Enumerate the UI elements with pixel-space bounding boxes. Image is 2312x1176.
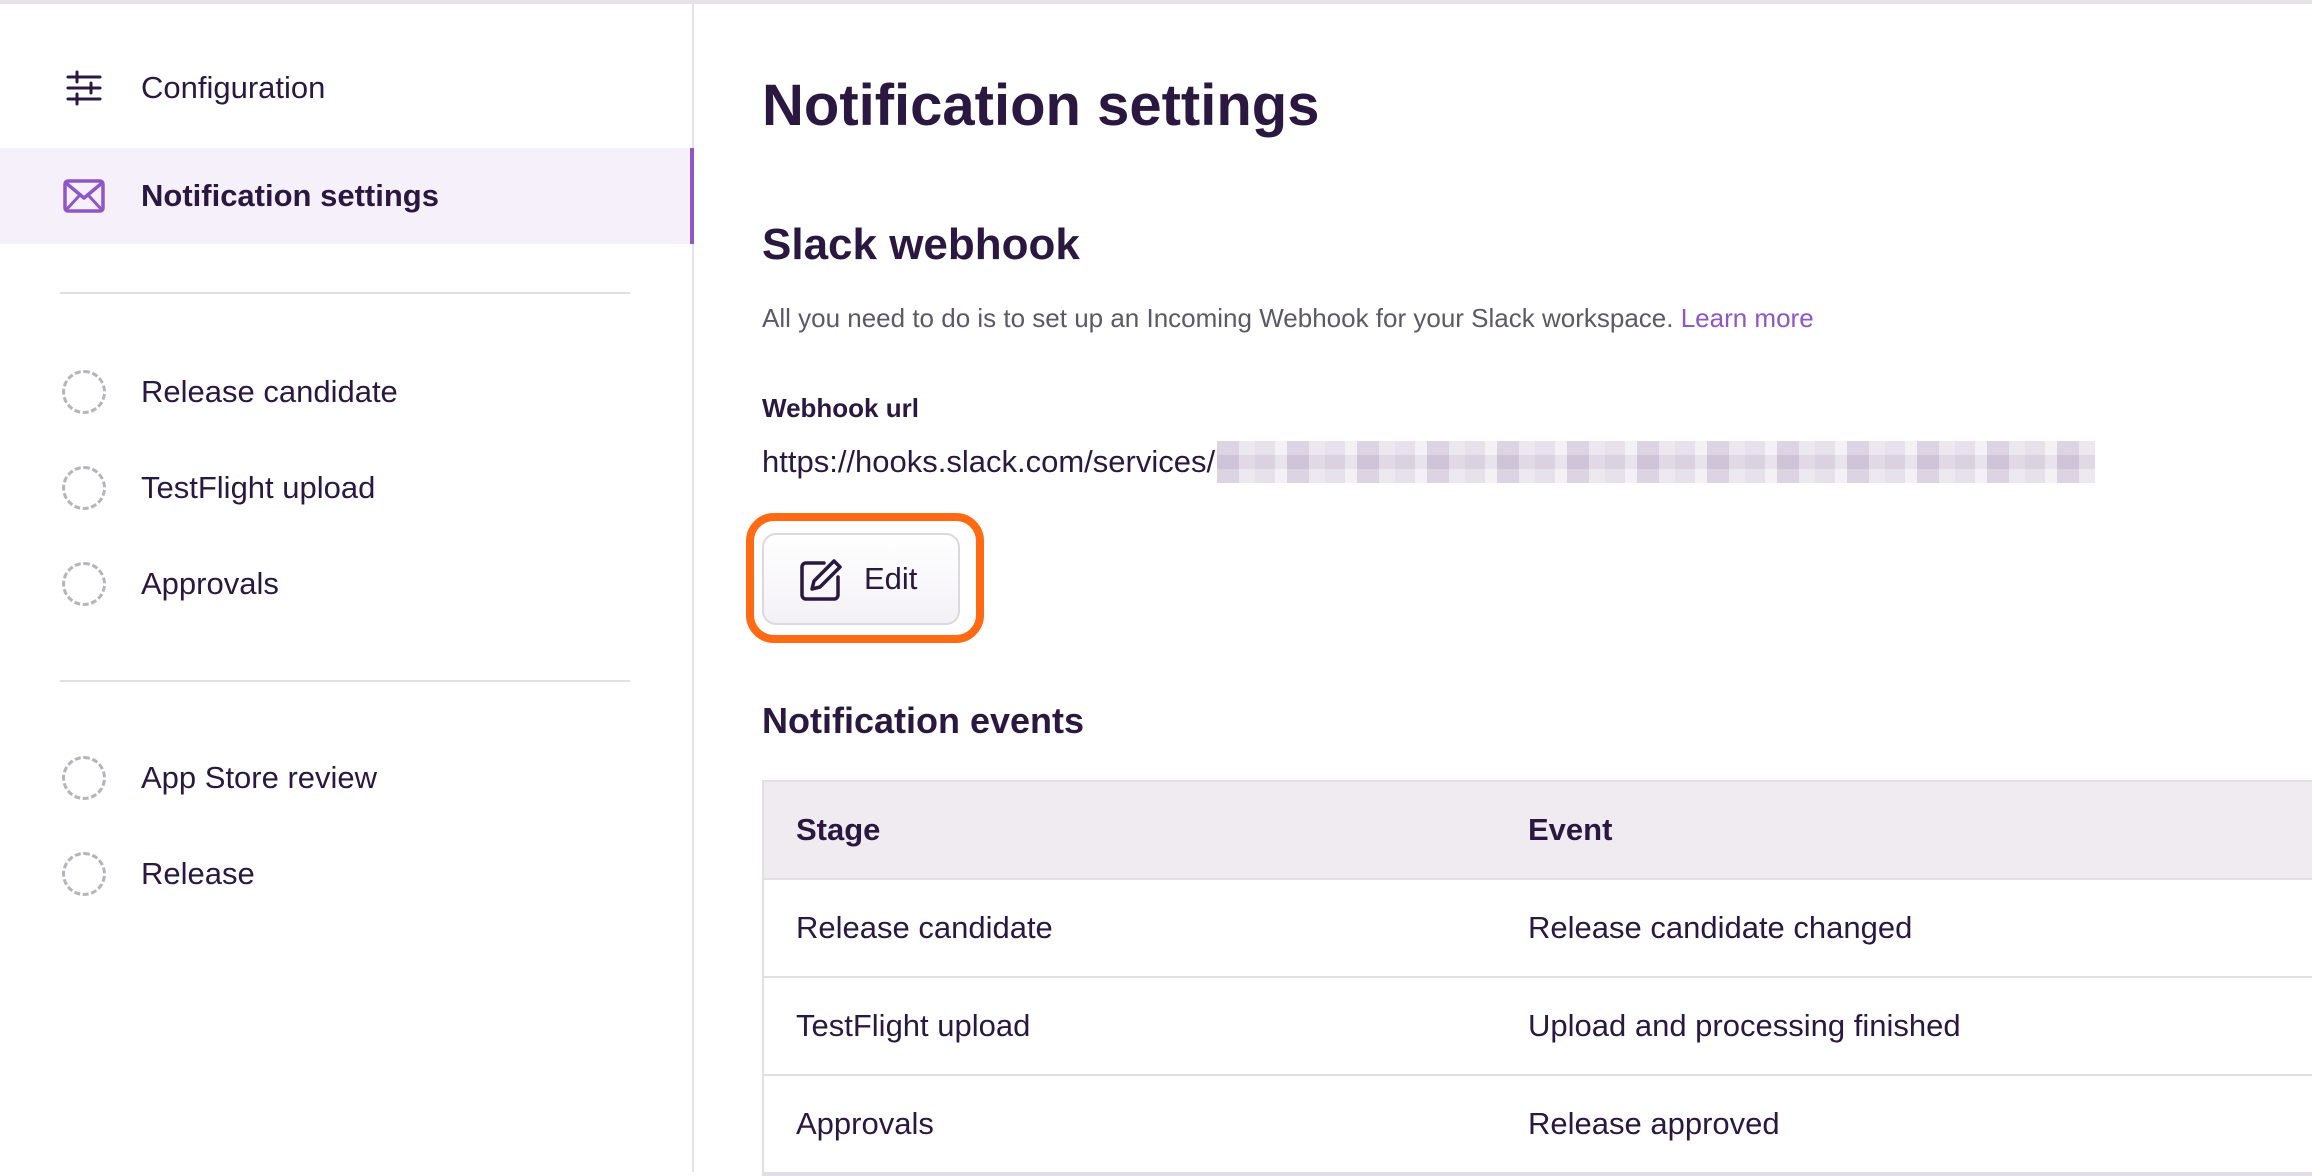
edit-button-label: Edit [864, 561, 918, 596]
event-cell: Release candidate changed [1528, 910, 1913, 945]
sliders-icon [60, 64, 108, 112]
event-cell: Upload and processing finished [1528, 1008, 1961, 1043]
dashed-circle-icon [60, 850, 108, 898]
webhook-url-label: Webhook url [762, 393, 919, 423]
sidebar-item-app-store-review[interactable]: App Store review [0, 730, 694, 826]
webhook-url-value: https://hooks.slack.com/services/ [762, 441, 2096, 483]
sidebar: Configuration Notification settings Rele… [0, 4, 694, 1172]
sidebar-item-release[interactable]: Release [0, 826, 694, 922]
envelope-icon [60, 172, 108, 220]
slack-webhook-heading: Slack webhook [762, 220, 1080, 269]
sidebar-item-label: Approvals [141, 566, 279, 601]
table-row: TestFlight upload Upload and processing … [764, 978, 2312, 1076]
page-title: Notification settings [762, 73, 1320, 138]
learn-more-link[interactable]: Learn more [1681, 303, 1814, 333]
description-text: All you need to do is to set up an Incom… [762, 303, 1674, 333]
sidebar-item-configuration[interactable]: Configuration [0, 40, 694, 136]
dashed-circle-icon [60, 754, 108, 802]
sidebar-item-notification-settings[interactable]: Notification settings [0, 148, 694, 244]
slack-webhook-description: All you need to do is to set up an Incom… [762, 303, 1814, 334]
table-row: Release candidate Release candidate chan… [764, 880, 2312, 978]
sidebar-item-approvals[interactable]: Approvals [0, 536, 694, 632]
notification-events-heading: Notification events [762, 700, 1085, 741]
dashed-circle-icon [60, 368, 108, 416]
edit-webhook-button[interactable]: Edit [762, 533, 960, 625]
event-cell: Release approved [1528, 1106, 1780, 1141]
table-row: Approvals Release approved [764, 1076, 2312, 1174]
webhook-url-prefix: https://hooks.slack.com/services/ [762, 444, 1216, 479]
sidebar-item-label: Release [141, 856, 255, 891]
redacted-webhook-token [1217, 441, 2096, 483]
edit-icon [798, 557, 844, 603]
sidebar-item-label: App Store review [141, 760, 378, 795]
stage-cell: Release candidate [796, 910, 1053, 945]
stage-cell: Approvals [796, 1106, 934, 1141]
dashed-circle-icon [60, 464, 108, 512]
column-header-event: Event [1528, 812, 1613, 847]
dashed-circle-icon [60, 560, 108, 608]
sidebar-divider [60, 680, 630, 682]
sidebar-divider [60, 292, 630, 294]
sidebar-item-label: Notification settings [141, 178, 439, 213]
sidebar-item-label: TestFlight upload [141, 470, 376, 505]
main-content: Notification settings Slack webhook All … [746, 0, 2312, 1176]
sidebar-item-release-candidate[interactable]: Release candidate [0, 344, 694, 440]
stage-cell: TestFlight upload [796, 1008, 1031, 1043]
sidebar-item-label: Configuration [141, 70, 326, 105]
notification-events-table: Stage Event Release candidate Release ca… [762, 780, 2312, 1176]
sidebar-item-label: Release candidate [141, 374, 398, 409]
sidebar-item-testflight-upload[interactable]: TestFlight upload [0, 440, 694, 536]
column-header-stage: Stage [796, 812, 881, 847]
table-header-row: Stage Event [764, 782, 2312, 880]
